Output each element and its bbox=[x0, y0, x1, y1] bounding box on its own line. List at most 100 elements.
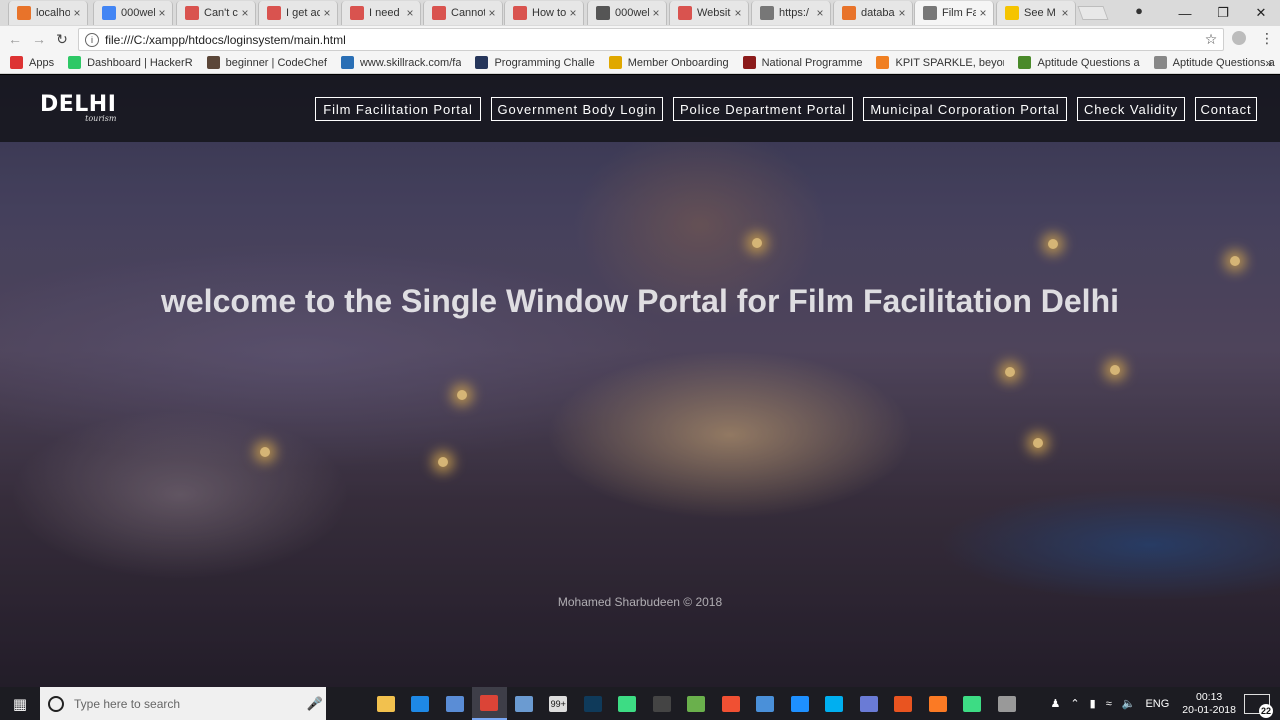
tab-close-icon[interactable]: × bbox=[731, 6, 745, 20]
cortana-icon[interactable] bbox=[48, 695, 64, 712]
bookmark-item[interactable]: Aptitude Questions a bbox=[1018, 56, 1140, 69]
tab-close-icon[interactable]: × bbox=[976, 6, 990, 20]
photoshop-icon[interactable] bbox=[576, 687, 611, 720]
notification-center-icon[interactable]: 22 bbox=[1244, 693, 1273, 718]
tab-close-icon[interactable]: × bbox=[485, 6, 499, 20]
microphone-icon[interactable]: 🎤 bbox=[304, 696, 326, 712]
sync-icon[interactable] bbox=[783, 687, 818, 720]
tab-close-icon[interactable]: × bbox=[1058, 6, 1072, 20]
taskbar-search-box[interactable]: Type here to search 🎤 bbox=[40, 687, 326, 720]
tab-close-icon[interactable]: × bbox=[649, 6, 663, 20]
nav-government-body-login[interactable]: Government Body Login bbox=[491, 97, 663, 121]
tab-close-icon[interactable]: × bbox=[813, 6, 827, 20]
page-info-icon[interactable]: i bbox=[85, 32, 99, 47]
learning-icon[interactable]: 99+ bbox=[541, 687, 576, 720]
taskbar-search-placeholder[interactable]: Type here to search bbox=[74, 697, 304, 711]
nav-contact[interactable]: Contact bbox=[1195, 97, 1257, 121]
store-icon[interactable] bbox=[438, 687, 473, 720]
paint-icon[interactable] bbox=[748, 687, 783, 720]
tab-close-icon[interactable]: × bbox=[320, 6, 334, 20]
forward-icon[interactable]: → bbox=[30, 30, 48, 48]
bookmark-item[interactable]: www.skillrack.com/fa bbox=[340, 56, 461, 69]
bookmark-item[interactable]: Dashboard | HackerR bbox=[68, 56, 193, 69]
browser-tab[interactable]: https:/ × bbox=[751, 1, 831, 25]
profile-icon[interactable]: ● bbox=[1130, 3, 1148, 21]
taskbar-clock[interactable]: 00:13 20-01-2018 bbox=[1182, 691, 1236, 717]
browser-tab-label: databa bbox=[861, 7, 895, 19]
nav-check-validity[interactable]: Check Validity bbox=[1077, 97, 1185, 121]
nav-municipal-corporation-portal[interactable]: Municipal Corporation Portal bbox=[863, 97, 1067, 121]
android-sdk-icon[interactable] bbox=[955, 687, 990, 720]
battery-icon[interactable]: ▮ bbox=[1090, 697, 1096, 710]
extension-icon[interactable] bbox=[1232, 31, 1246, 45]
bookmark-item[interactable]: National Programme bbox=[742, 56, 862, 69]
address-url[interactable]: file:///C:/xampp/htdocs/loginsystem/main… bbox=[105, 33, 1199, 47]
virtualbox-icon[interactable] bbox=[507, 687, 542, 720]
browser-tab[interactable]: How to × bbox=[504, 1, 584, 25]
language-indicator[interactable]: ENG bbox=[1145, 698, 1169, 710]
bookmark-favicon-icon bbox=[608, 56, 622, 69]
wifi-icon[interactable]: ≈ bbox=[1106, 698, 1112, 710]
taskbar-app-glyph bbox=[376, 695, 395, 712]
chrome-icon[interactable] bbox=[472, 687, 507, 720]
windows-start-icon[interactable]: ▦ bbox=[0, 687, 40, 720]
restore-icon[interactable]: ❐ bbox=[1204, 5, 1242, 21]
bookmark-item[interactable]: Apps bbox=[10, 56, 54, 69]
close-window-icon[interactable]: ✕ bbox=[1242, 5, 1280, 21]
bookmark-favicon-icon bbox=[742, 56, 756, 69]
browser-tab[interactable]: localho × bbox=[8, 1, 88, 25]
tab-close-icon[interactable]: × bbox=[70, 6, 84, 20]
browser-tab[interactable]: Cannot × bbox=[423, 1, 503, 25]
edge-icon[interactable] bbox=[403, 687, 438, 720]
site-navbar: DELHI tourism Film Facilitation Portal G… bbox=[0, 75, 1280, 142]
tab-close-icon[interactable]: × bbox=[403, 6, 417, 20]
browser-tab[interactable]: 000wel × bbox=[93, 1, 173, 25]
back-icon[interactable]: ← bbox=[6, 30, 24, 48]
bookmark-item[interactable]: Programming Challe bbox=[475, 56, 595, 69]
ubuntu-icon[interactable] bbox=[886, 687, 921, 720]
browser-tab[interactable]: I need × bbox=[341, 1, 421, 25]
browser-tab[interactable]: databa × bbox=[833, 1, 913, 25]
address-bar[interactable]: i file:///C:/xampp/htdocs/loginsystem/ma… bbox=[78, 28, 1224, 51]
browser-tab[interactable]: I get ac × bbox=[258, 1, 338, 25]
tab-close-icon[interactable]: × bbox=[895, 6, 909, 20]
nav-police-department-portal[interactable]: Police Department Portal bbox=[673, 97, 853, 121]
taskbar-app-glyph bbox=[721, 695, 740, 712]
nav-film-facilitation-portal[interactable]: Film Facilitation Portal bbox=[315, 97, 481, 121]
browser-tab[interactable]: Websit × bbox=[669, 1, 749, 25]
volume-icon[interactable]: 🔈 bbox=[1122, 697, 1136, 710]
file-explorer-icon[interactable] bbox=[369, 687, 404, 720]
browser-tab[interactable]: Film Fa × bbox=[914, 1, 994, 25]
media-icon[interactable] bbox=[852, 687, 887, 720]
task-view-icon[interactable] bbox=[334, 687, 369, 720]
bookmark-item[interactable]: Member Onboarding bbox=[608, 56, 729, 69]
android-icon[interactable] bbox=[610, 687, 645, 720]
git-icon[interactable] bbox=[714, 687, 749, 720]
tab-close-icon[interactable]: × bbox=[566, 6, 580, 20]
bookmark-item[interactable]: beginner | CodeChef bbox=[206, 56, 327, 69]
people-icon[interactable]: ♟ bbox=[1051, 697, 1061, 710]
skype-icon[interactable] bbox=[817, 687, 852, 720]
android-studio-icon[interactable] bbox=[679, 687, 714, 720]
bookmark-star-icon[interactable]: ☆ bbox=[1199, 31, 1223, 48]
browser-tab[interactable]: 000wel × bbox=[587, 1, 667, 25]
bookmarks-overflow-icon[interactable]: » bbox=[1265, 56, 1272, 70]
tray-overflow-icon[interactable]: ⌃ bbox=[1070, 697, 1079, 710]
bookmark-item[interactable]: KPIT SPARKLE, beyon bbox=[876, 56, 1004, 69]
bookmark-label: Member Onboarding bbox=[627, 56, 729, 69]
browser-tab[interactable]: Can't c × bbox=[176, 1, 256, 25]
bookmark-label: Apps bbox=[29, 56, 55, 69]
minimize-icon[interactable]: — bbox=[1166, 6, 1204, 21]
tools-icon[interactable] bbox=[990, 687, 1025, 720]
tab-close-icon[interactable]: × bbox=[155, 6, 169, 20]
reload-icon[interactable]: ↻ bbox=[53, 30, 71, 48]
terminal-icon[interactable] bbox=[645, 687, 680, 720]
browser-menu-icon[interactable]: ⋮ bbox=[1260, 31, 1274, 45]
bookmark-item[interactable]: Aptitude Questions a bbox=[1153, 56, 1275, 69]
browser-tab[interactable]: See M × bbox=[996, 1, 1076, 25]
stackoverflow-icon bbox=[185, 6, 199, 20]
xampp-icon[interactable] bbox=[921, 687, 956, 720]
new-tab-button[interactable] bbox=[1077, 6, 1109, 20]
stackoverflow-icon bbox=[350, 6, 364, 20]
tab-close-icon[interactable]: × bbox=[238, 6, 252, 20]
